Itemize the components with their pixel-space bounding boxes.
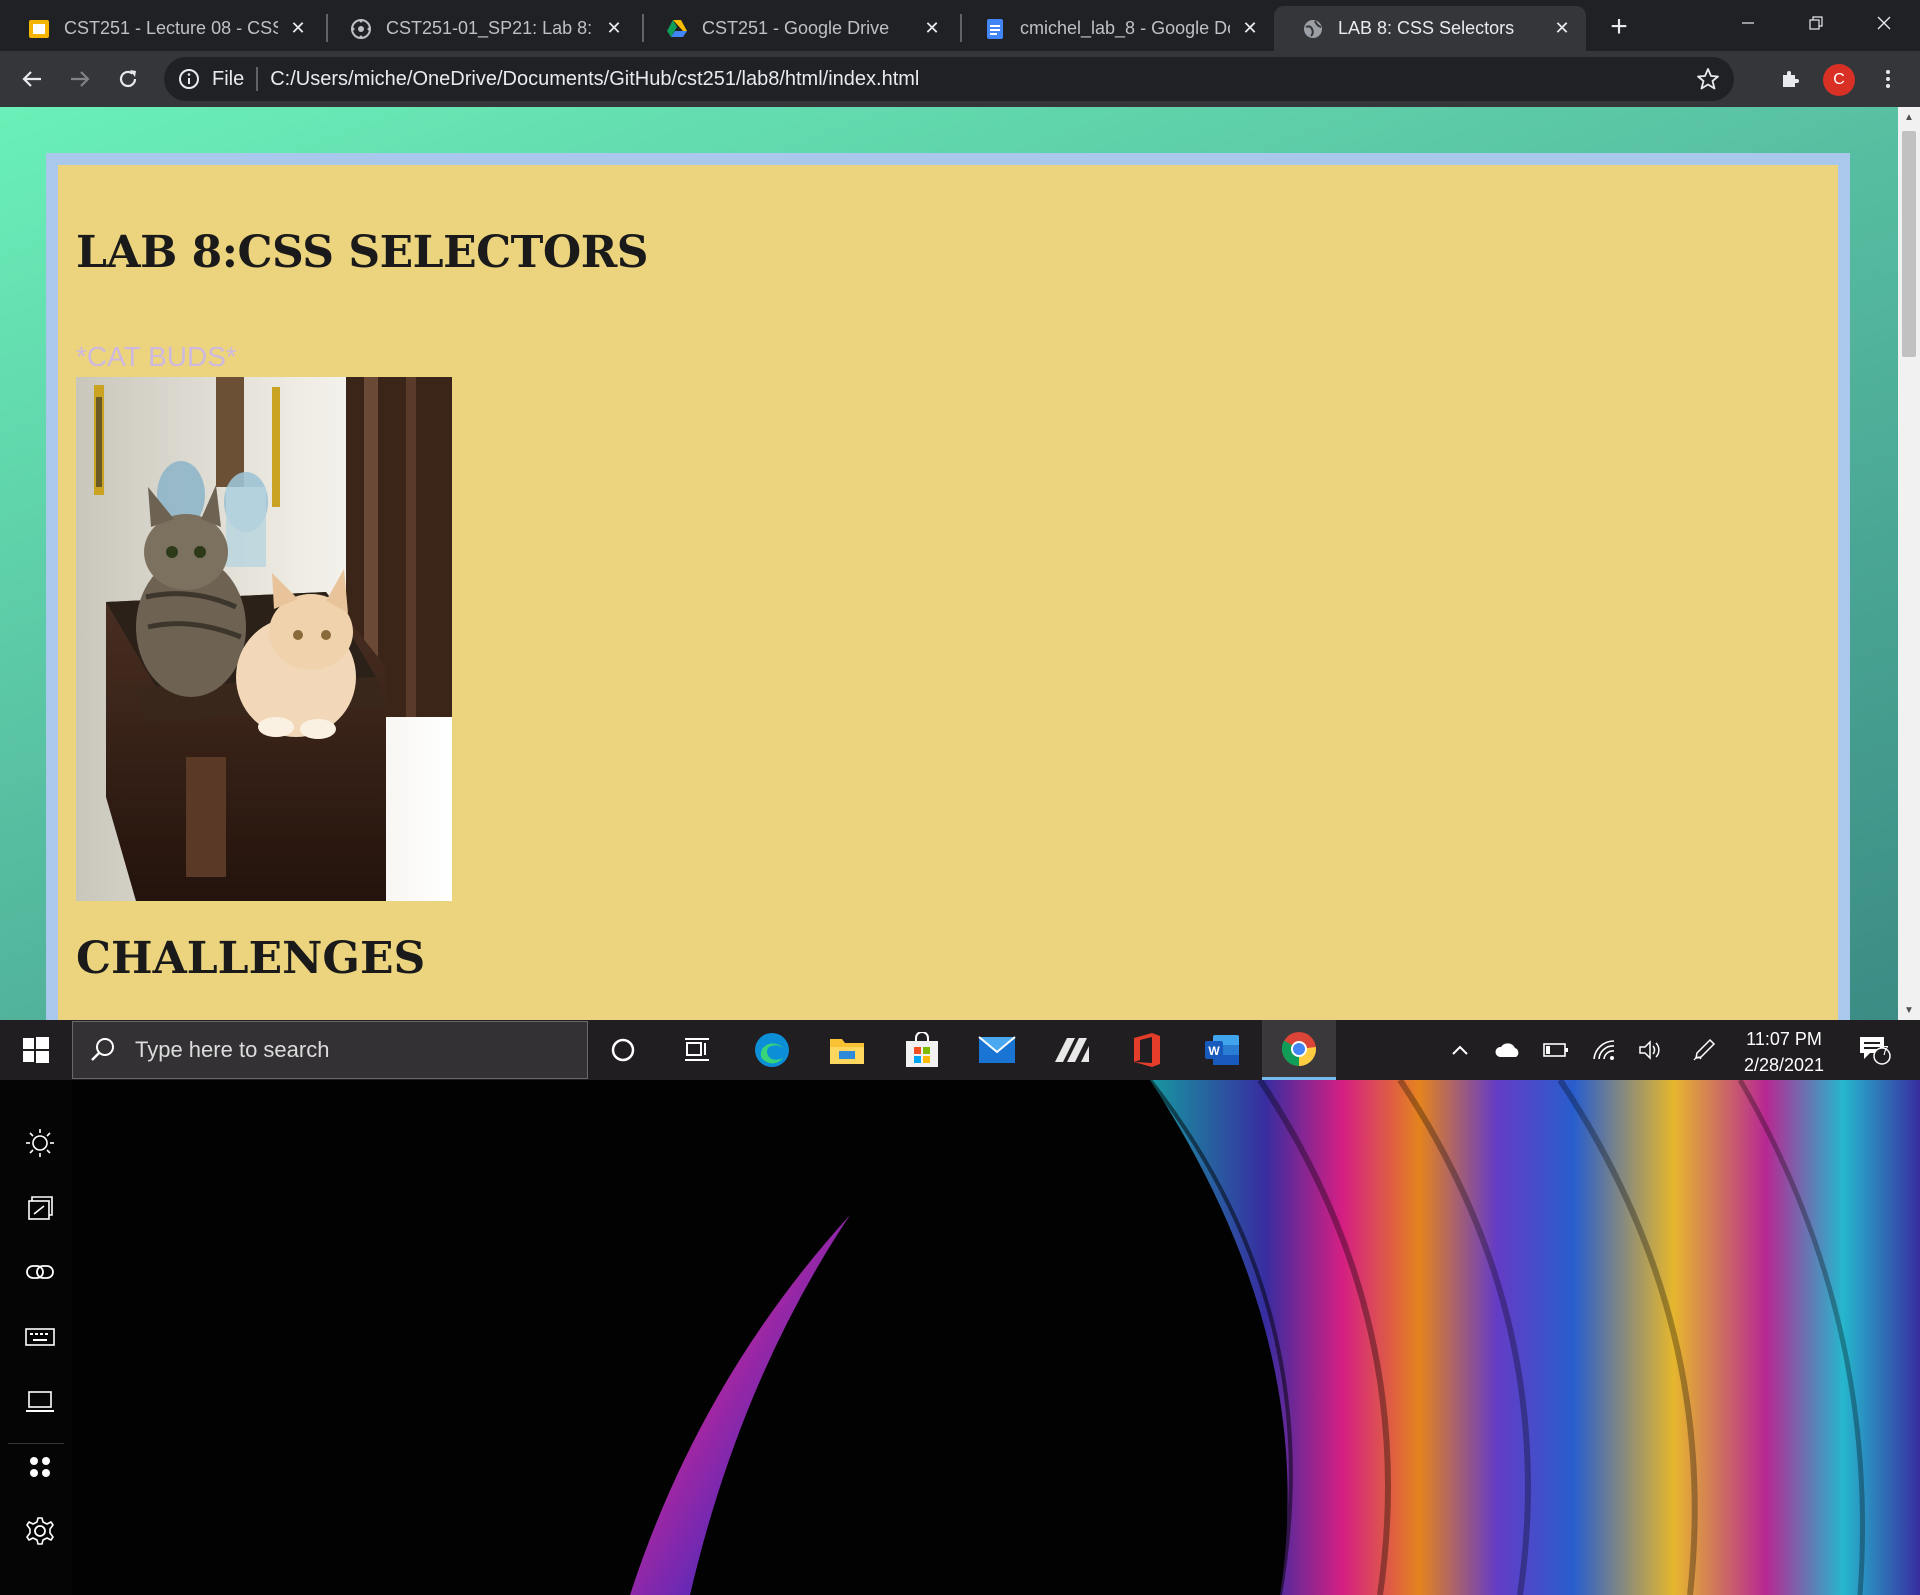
scrollbar-thumb[interactable] bbox=[1902, 131, 1916, 357]
action-center-button[interactable]: 7 bbox=[1852, 1020, 1898, 1080]
url-text[interactable]: C:/Users/miche/OneDrive/Documents/GitHub… bbox=[270, 68, 919, 91]
tab-title: CST251-01_SP21: Lab 8: CSS bbox=[386, 18, 594, 38]
google-drive-icon bbox=[666, 18, 688, 40]
side-divider bbox=[8, 1443, 64, 1444]
browser-toolbar: File C:/Users/miche/OneDrive/Documents/G… bbox=[0, 51, 1920, 107]
wifi-icon[interactable] bbox=[1588, 1020, 1620, 1080]
cat-photo bbox=[76, 377, 452, 901]
tab-title: CST251 - Google Drive bbox=[702, 18, 890, 38]
restore-icon bbox=[1809, 15, 1823, 30]
close-icon bbox=[1877, 16, 1891, 29]
close-icon[interactable]: ✕ bbox=[604, 18, 624, 39]
tab-lab8-css-selectors[interactable]: LAB 8: CSS Selectors ✕ bbox=[1274, 6, 1586, 51]
start-button[interactable] bbox=[8, 1020, 64, 1080]
notification-count: 7 bbox=[1881, 1043, 1889, 1058]
reload-icon bbox=[119, 70, 137, 88]
reload-button[interactable] bbox=[110, 61, 146, 97]
close-icon[interactable]: ✕ bbox=[1552, 18, 1572, 39]
file-explorer-icon[interactable] bbox=[810, 1020, 884, 1080]
tab-lecture-slides[interactable]: CST251 - Lecture 08 - CSS S ✕ bbox=[0, 6, 322, 51]
taskbar-search-box[interactable]: Type here to search bbox=[72, 1021, 588, 1079]
profile-avatar[interactable]: C bbox=[1823, 64, 1855, 96]
search-placeholder: Type here to search bbox=[135, 1037, 330, 1062]
address-divider bbox=[256, 67, 259, 91]
store-icon[interactable] bbox=[885, 1020, 959, 1080]
chevron-up-icon[interactable] bbox=[1446, 1020, 1474, 1080]
close-icon[interactable]: ✕ bbox=[288, 18, 308, 39]
windows-taskbar: Type here to search W 11:07 PM 2/28/2021… bbox=[0, 1020, 1920, 1080]
apps-icon[interactable] bbox=[20, 1447, 60, 1487]
google-docs-icon bbox=[984, 18, 1006, 40]
edge-icon[interactable] bbox=[735, 1020, 809, 1080]
laptop-icon[interactable] bbox=[20, 1382, 60, 1422]
app-icon[interactable] bbox=[1035, 1020, 1109, 1080]
chrome-menu-button[interactable] bbox=[1870, 61, 1906, 97]
forward-button[interactable] bbox=[62, 61, 98, 97]
address-bar[interactable]: File C:/Users/miche/OneDrive/Documents/G… bbox=[164, 57, 1734, 101]
tab-title: cmichel_lab_8 - Google Doc bbox=[1020, 18, 1230, 38]
keyboard-icon[interactable] bbox=[20, 1317, 60, 1357]
arrow-left-icon bbox=[22, 71, 41, 87]
close-window-button[interactable] bbox=[1850, 0, 1918, 45]
clock-date: 2/28/2021 bbox=[1743, 1055, 1825, 1075]
project-icon[interactable] bbox=[20, 1188, 60, 1228]
puzzle-icon bbox=[1783, 71, 1799, 87]
brightness-icon[interactable] bbox=[20, 1123, 60, 1163]
settings-icon[interactable] bbox=[20, 1511, 60, 1551]
back-button[interactable] bbox=[14, 61, 50, 97]
wallpaper-art bbox=[630, 1080, 1920, 1595]
canvas-icon bbox=[350, 18, 372, 40]
volume-icon[interactable] bbox=[1634, 1020, 1666, 1080]
battery-icon[interactable] bbox=[1540, 1020, 1572, 1080]
windows-logo-icon bbox=[23, 1037, 49, 1063]
page-viewport: LAB 8:CSS SELECTORS *CAT BUDS* CHALLENGE… bbox=[0, 107, 1898, 1020]
scheme-label: File bbox=[212, 67, 245, 90]
slides-icon bbox=[28, 18, 50, 40]
chrome-icon[interactable] bbox=[1262, 1020, 1336, 1080]
page-scrollbar[interactable]: ▲ ▼ bbox=[1898, 107, 1920, 1020]
tab-title: CST251 - Lecture 08 - CSS S bbox=[64, 18, 278, 38]
task-view-icon[interactable] bbox=[660, 1020, 734, 1080]
cortana-icon[interactable] bbox=[586, 1020, 660, 1080]
clock-time: 11:07 PM bbox=[1746, 1029, 1822, 1049]
content-panel: LAB 8:CSS SELECTORS *CAT BUDS* CHALLENGE… bbox=[46, 153, 1850, 1020]
tab-canvas-lab[interactable]: CST251-01_SP21: Lab 8: CSS ✕ bbox=[322, 6, 638, 51]
close-icon[interactable]: ✕ bbox=[1240, 18, 1260, 39]
tab-title: LAB 8: CSS Selectors bbox=[1338, 18, 1515, 38]
link-icon[interactable] bbox=[20, 1252, 60, 1292]
page-title: LAB 8:CSS SELECTORS bbox=[76, 227, 649, 278]
close-icon[interactable]: ✕ bbox=[922, 18, 942, 39]
scroll-down-arrow-icon[interactable]: ▼ bbox=[1903, 1004, 1915, 1016]
tab-google-drive[interactable]: CST251 - Google Drive ✕ bbox=[638, 6, 956, 51]
taskbar-clock[interactable]: 11:07 PM 2/28/2021 bbox=[1736, 1026, 1832, 1078]
minimize-icon bbox=[1742, 21, 1754, 24]
more-vert-icon bbox=[1886, 70, 1890, 88]
tab-google-doc[interactable]: cmichel_lab_8 - Google Doc ✕ bbox=[956, 6, 1274, 51]
section-heading: CHALLENGES bbox=[76, 933, 426, 984]
mail-icon[interactable] bbox=[960, 1020, 1034, 1080]
office-icon[interactable] bbox=[1110, 1020, 1184, 1080]
info-icon[interactable] bbox=[178, 68, 200, 90]
word-icon[interactable]: W bbox=[1185, 1020, 1259, 1080]
quick-side-panel bbox=[0, 1080, 72, 1595]
bookmark-star-icon[interactable] bbox=[1696, 67, 1720, 91]
scroll-up-arrow-icon[interactable]: ▲ bbox=[1903, 111, 1915, 123]
pen-icon[interactable] bbox=[1688, 1020, 1720, 1080]
browser-tab-strip: CST251 - Lecture 08 - CSS S ✕ CST251-01_… bbox=[0, 0, 1920, 51]
restore-button[interactable] bbox=[1782, 0, 1850, 45]
globe-icon bbox=[1302, 18, 1324, 40]
desktop-wallpaper bbox=[0, 1080, 1920, 1595]
search-icon bbox=[91, 1038, 114, 1061]
minimize-button[interactable] bbox=[1714, 0, 1782, 45]
image-caption: *CAT BUDS* bbox=[76, 341, 237, 372]
extensions-button[interactable] bbox=[1772, 61, 1808, 97]
svg-text:W: W bbox=[1208, 1044, 1220, 1058]
arrow-right-icon bbox=[71, 71, 90, 87]
onedrive-icon[interactable] bbox=[1492, 1020, 1524, 1080]
new-tab-button[interactable]: + bbox=[1602, 10, 1636, 44]
